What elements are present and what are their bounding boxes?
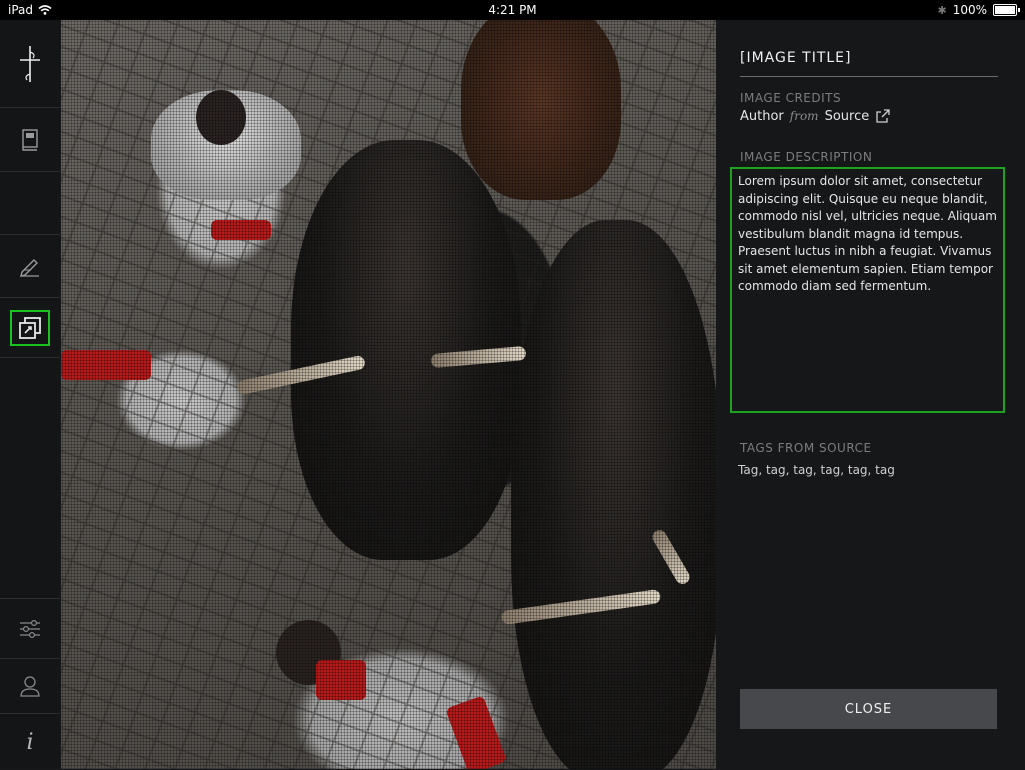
nav-profile[interactable] bbox=[0, 658, 60, 713]
book-icon bbox=[22, 128, 38, 151]
image-info-panel: [IMAGE TITLE] IMAGE CREDITS Author from … bbox=[716, 20, 1025, 769]
bluetooth-icon: ✱ bbox=[937, 3, 947, 17]
tags-label: TAGS FROM SOURCE bbox=[740, 441, 872, 455]
description-label: IMAGE DESCRIPTION bbox=[740, 150, 873, 164]
credits-from: from bbox=[789, 109, 819, 123]
sliders-icon bbox=[20, 619, 40, 638]
battery-percent: 100% bbox=[952, 3, 987, 17]
status-bar: iPad 4:21 PM ✱ 100% bbox=[0, 0, 1025, 20]
nav-gallery-selected-frame bbox=[10, 309, 50, 346]
nav-settings[interactable] bbox=[0, 598, 60, 658]
nav-logo[interactable] bbox=[0, 20, 60, 108]
credits-source[interactable]: Source bbox=[825, 109, 870, 124]
close-button[interactable]: CLOSE bbox=[740, 689, 997, 729]
credits-author[interactable]: Author bbox=[740, 109, 784, 124]
external-link-icon[interactable] bbox=[875, 108, 891, 124]
nav-info[interactable]: i bbox=[0, 713, 60, 770]
nav-edit[interactable] bbox=[0, 235, 60, 298]
battery-icon bbox=[993, 4, 1020, 16]
tags-list: Tag, tag, tag, tag, tag, tag bbox=[738, 463, 895, 477]
info-icon: i bbox=[26, 729, 34, 755]
image-title: [IMAGE TITLE] bbox=[740, 50, 998, 77]
nav-blank[interactable] bbox=[0, 172, 60, 235]
status-time: 4:21 PM bbox=[488, 3, 537, 17]
user-icon bbox=[20, 676, 40, 697]
nav-gallery[interactable] bbox=[0, 298, 60, 358]
image-credits: Author from Source bbox=[740, 108, 891, 124]
pencil-icon bbox=[20, 259, 39, 277]
gallery-external-icon bbox=[19, 316, 41, 339]
left-navigation: i bbox=[0, 20, 60, 769]
nav-book[interactable] bbox=[0, 108, 60, 172]
dagger-logo-icon bbox=[20, 45, 40, 82]
main-photo bbox=[61, 20, 716, 769]
credits-label: IMAGE CREDITS bbox=[740, 91, 842, 105]
image-description-textarea[interactable]: Lorem ipsum dolor sit amet, consectetur … bbox=[730, 167, 1005, 413]
